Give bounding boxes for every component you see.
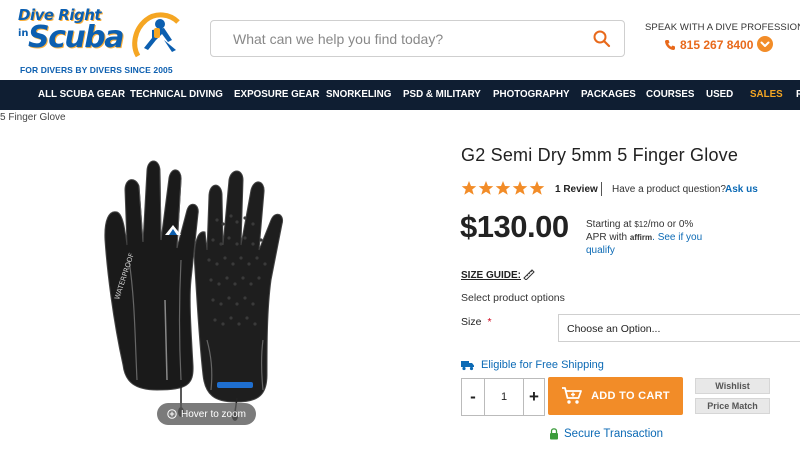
affirm-prefix: Starting at	[586, 219, 635, 230]
breadcrumb[interactable]: 5 Finger Glove	[0, 112, 66, 123]
logo-text-main: Scuba	[28, 20, 124, 55]
phone-link[interactable]: 815 267 8400	[664, 37, 753, 53]
nav-item-psd-military[interactable]: PSD & MILITARY	[403, 89, 481, 100]
product-price: $130.00	[460, 209, 569, 244]
ruler-icon[interactable]	[522, 267, 535, 280]
chevron-down-icon	[760, 41, 770, 47]
star-icon	[461, 181, 477, 195]
star-icon	[495, 181, 511, 195]
nav-item-overflow[interactable]: R	[796, 89, 800, 100]
size-label-text: Size	[461, 316, 482, 328]
product-title: G2 Semi Dry 5mm 5 Finger Glove	[461, 145, 739, 165]
nav-item-sales[interactable]: SALES	[750, 89, 783, 100]
nav-item-all-scuba-gear[interactable]: ALL SCUBA GEAR	[38, 89, 125, 100]
price-match-button[interactable]: Price Match	[695, 398, 770, 414]
nav-item-photography[interactable]: PHOTOGRAPHY	[493, 89, 570, 100]
product-question-text: Have a product question?	[612, 184, 726, 195]
size-select[interactable]: Choose an Option...	[558, 314, 800, 342]
search-input[interactable]: What can we help you find today?	[233, 31, 443, 47]
affirm-amount: $12	[634, 220, 648, 229]
logo-text-in: in	[18, 28, 29, 39]
select-options-label: Select product options	[461, 292, 565, 304]
zoom-label: Hover to zoom	[180, 408, 247, 420]
phone-number[interactable]: 815 267 8400	[680, 38, 753, 52]
star-icon	[478, 181, 494, 195]
nav-item-snorkeling[interactable]: SNORKELING	[326, 89, 391, 100]
nav-item-courses[interactable]: COURSES	[646, 89, 694, 100]
zoom-plus-icon	[167, 409, 177, 419]
phone-icon	[665, 40, 675, 50]
wishlist-button[interactable]: Wishlist	[695, 378, 770, 394]
lock-icon	[550, 428, 558, 440]
main-nav: ALL SCUBA GEAR TECHNICAL DIVING EXPOSURE…	[0, 80, 800, 110]
secure-transaction-label[interactable]: Secure Transaction	[564, 428, 663, 440]
rating-stars[interactable]	[461, 180, 545, 196]
nav-item-technical-diving[interactable]: TECHNICAL DIVING	[130, 89, 223, 100]
quantity-stepper: - 1 +	[461, 378, 545, 416]
ask-us-link[interactable]: Ask us	[725, 184, 758, 195]
required-marker: *	[487, 316, 492, 328]
size-select-value: Choose an Option...	[567, 323, 661, 335]
add-to-cart-label: ADD TO CART	[591, 390, 670, 402]
truck-icon	[461, 360, 474, 370]
contact-label: SPEAK WITH A DIVE PROFESSIONAL	[645, 22, 800, 33]
logo-tagline: FOR DIVERS BY DIVERS SINCE 2005	[20, 65, 173, 75]
size-guide-link[interactable]: SIZE GUIDE:	[461, 270, 521, 281]
star-icon	[529, 181, 545, 195]
contact-dropdown-button[interactable]	[757, 36, 773, 52]
divider	[601, 182, 602, 196]
site-logo[interactable]: Dive Right in Scuba FOR DIVERS BY DIVERS…	[18, 4, 180, 76]
affirm-logo: affirm	[629, 233, 653, 242]
secure-transaction[interactable]: Secure Transaction	[549, 427, 663, 440]
hover-to-zoom-badge: Hover to zoom	[157, 403, 256, 425]
nav-item-used[interactable]: USED	[706, 89, 733, 100]
search-bar[interactable]: What can we help you find today?	[210, 20, 625, 57]
nav-item-exposure-gear[interactable]: EXPOSURE GEAR	[234, 89, 319, 100]
product-image[interactable]: WATERPROOF	[95, 150, 310, 440]
add-to-cart-button[interactable]: ADD TO CART	[548, 377, 683, 415]
site-header: Dive Right in Scuba FOR DIVERS BY DIVERS…	[0, 0, 800, 80]
cart-icon	[562, 387, 582, 404]
diver-icon	[132, 12, 180, 58]
qty-increment-button[interactable]: +	[524, 379, 544, 415]
search-icon[interactable]	[592, 29, 612, 49]
star-icon	[512, 181, 528, 195]
free-shipping-label[interactable]: Eligible for Free Shipping	[481, 359, 604, 371]
review-count-link[interactable]: 1 Review	[555, 184, 598, 195]
qty-decrement-button[interactable]: -	[462, 379, 484, 415]
nav-item-packages[interactable]: PACKAGES	[581, 89, 636, 100]
affirm-financing: Starting at $12/mo or 0% APR with affirm…	[586, 218, 716, 257]
qty-input[interactable]: 1	[484, 379, 524, 415]
free-shipping-link[interactable]: Eligible for Free Shipping	[461, 359, 604, 371]
size-label: Size *	[461, 316, 492, 328]
